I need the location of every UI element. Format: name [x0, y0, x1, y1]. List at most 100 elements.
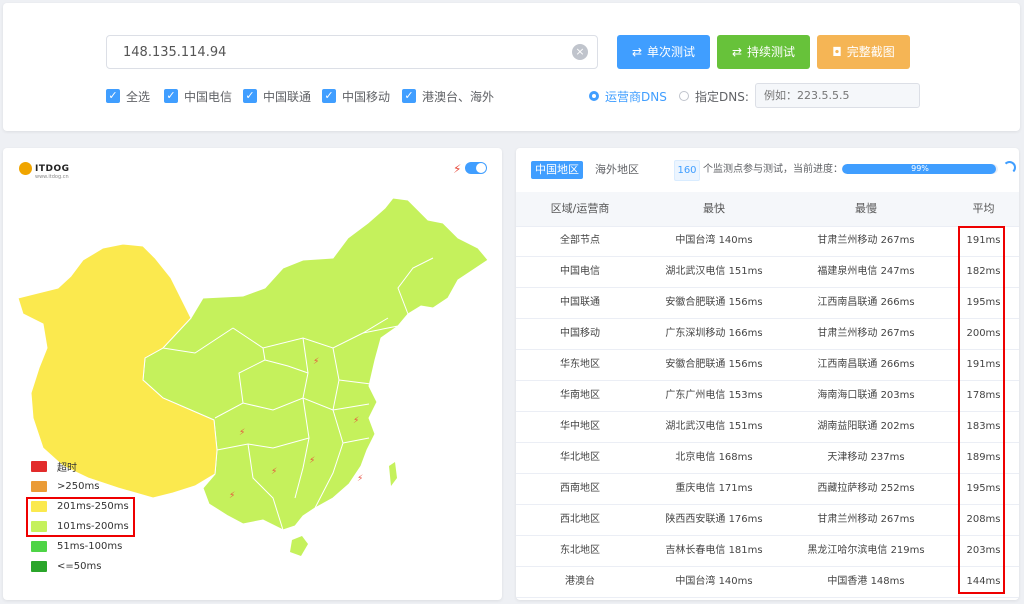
table-row: 中国电信 湖北武汉电信 151ms 福建泉州电信 247ms 182ms: [516, 257, 1019, 288]
cell-slowest: 湖南益阳联通 202ms: [817, 421, 915, 432]
probe-lightning-icon: ⚡: [309, 456, 315, 466]
radio-dot: [679, 91, 689, 101]
checkbox-select-all[interactable]: ✓ 全选: [106, 87, 150, 105]
legend-label: 超时: [57, 463, 77, 474]
tab-china-region[interactable]: 中国地区: [531, 161, 583, 179]
checkbox-check-icon: ✓: [243, 89, 257, 103]
legend-swatch: [31, 561, 47, 572]
cell-fastest: 湖北武汉电信 151ms: [665, 421, 763, 432]
refresh-icon: ⇄: [631, 45, 643, 59]
probe-lightning-icon: ⚡: [357, 474, 363, 484]
probe-lightning-icon: ⚡: [271, 467, 277, 477]
cell-slowest: 海南海口联通 203ms: [817, 390, 915, 401]
checkbox-china-unicom[interactable]: ✓ 中国联通: [243, 87, 311, 105]
cell-fastest: 吉林长春电信 181ms: [665, 545, 763, 556]
header-region: 区域/运营商: [550, 202, 610, 215]
monitor-count-badge: 160: [674, 160, 700, 181]
table-row: 全部节点 中国台湾 140ms 甘肃兰州移动 267ms 191ms: [516, 226, 1019, 257]
progress-bar: 99%: [842, 164, 998, 174]
cell-fastest: 安徽合肥联通 156ms: [665, 359, 763, 370]
cell-region: 华中地区: [560, 421, 600, 432]
cell-fastest: 陕西西安联通 176ms: [665, 514, 763, 525]
full-screenshot-button[interactable]: ◘ 完整截图: [817, 35, 910, 69]
table-row: 华南地区 广东广州电信 153ms 海南海口联通 203ms 178ms: [516, 381, 1019, 412]
cell-slowest: 甘肃兰州移动 267ms: [817, 328, 915, 339]
probe-lightning-icon: ⚡: [313, 357, 319, 367]
radio-dot: [589, 91, 599, 101]
cell-slowest: 甘肃兰州移动 267ms: [817, 235, 915, 246]
header-average: 平均: [972, 202, 995, 215]
probe-lightning-icon: ⚡: [239, 428, 245, 438]
cell-fastest: 重庆电信 171ms: [675, 483, 753, 494]
custom-dns-input[interactable]: [755, 83, 920, 108]
cell-fastest: 广东广州电信 153ms: [665, 390, 763, 401]
legend-item: 51ms-100ms: [31, 540, 122, 553]
radio-isp-dns[interactable]: 运营商DNS: [589, 87, 667, 105]
cell-slowest: 甘肃兰州移动 267ms: [817, 514, 915, 525]
progress-description: 个监测点参与测试，当前进度：: [703, 164, 843, 175]
clear-input-icon[interactable]: ×: [572, 44, 588, 60]
cell-fastest: 湖北武汉电信 151ms: [665, 266, 763, 277]
cell-fastest: 中国台湾 140ms: [675, 576, 753, 587]
legend-swatch: [31, 481, 47, 492]
loop-icon: ⇄: [731, 45, 743, 59]
checkbox-label: 中国移动: [342, 89, 391, 104]
cell-fastest: 广东深圳移动 166ms: [665, 328, 763, 339]
radio-label: 运营商DNS: [605, 89, 667, 104]
table-row: 西北地区 陕西西安联通 176ms 甘肃兰州移动 267ms 208ms: [516, 505, 1019, 536]
cell-slowest: 中国香港 148ms: [827, 576, 905, 587]
single-test-button[interactable]: ⇄ 单次测试: [617, 35, 710, 69]
checkbox-china-telecom[interactable]: ✓ 中国电信: [164, 87, 232, 105]
continuous-test-button[interactable]: ⇄ 持续测试: [717, 35, 810, 69]
legend-item: 超时: [31, 460, 77, 474]
table-row: 港澳台 中国台湾 140ms 中国香港 148ms 144ms: [516, 567, 1019, 598]
ip-address-input[interactable]: [106, 35, 598, 69]
checkbox-label: 中国联通: [263, 89, 312, 104]
camera-icon: ◘: [832, 45, 842, 59]
legend-item: >250ms: [31, 480, 99, 493]
legend-label: >250ms: [57, 481, 100, 492]
cell-slowest: 江西南昌联通 266ms: [817, 359, 915, 370]
checkbox-label: 全选: [126, 89, 151, 104]
legend-label: 51ms-100ms: [57, 541, 123, 552]
checkbox-check-icon: ✓: [106, 89, 120, 103]
probe-lightning-icon: ⚡: [353, 416, 359, 426]
cell-region: 华东地区: [560, 359, 600, 370]
cell-fastest: 安徽合肥联通 156ms: [665, 297, 763, 308]
cell-slowest: 江西南昌联通 266ms: [817, 297, 915, 308]
cell-region: 华南地区: [560, 390, 600, 401]
cell-slowest: 西藏拉萨移动 252ms: [817, 483, 915, 494]
test-control-panel: × ⇄ 单次测试 ⇄ 持续测试 ◘ 完整截图 ✓ 全选 ✓ 中国电信 ✓ 中国联通 ✓ 中国移…: [3, 3, 1020, 131]
cell-region: 东北地区: [560, 545, 600, 556]
checkbox-hk-overseas[interactable]: ✓ 港澳台、海外: [402, 87, 494, 105]
checkbox-china-mobile[interactable]: ✓ 中国移动: [322, 87, 390, 105]
checkbox-label: 中国电信: [184, 89, 233, 104]
cell-region: 华北地区: [560, 452, 600, 463]
tab-overseas-region[interactable]: 海外地区: [591, 161, 643, 179]
checkbox-check-icon: ✓: [402, 89, 416, 103]
cell-region: 西北地区: [560, 514, 600, 525]
progress-percent: 99%: [911, 164, 929, 173]
table-row: 中国联通 安徽合肥联通 156ms 江西南昌联通 266ms 195ms: [516, 288, 1019, 319]
map-region-taiwan[interactable]: [389, 462, 397, 486]
header-slowest: 最慢: [855, 202, 877, 215]
cell-region: 中国移动: [560, 328, 600, 339]
table-header: 区域/运营商 最快 最慢 平均: [516, 192, 1019, 227]
legend-label: <=50ms: [57, 561, 102, 572]
legend-swatch: [31, 461, 47, 472]
loading-spinner-icon: [1003, 161, 1016, 174]
probe-lightning-icon: ⚡: [229, 491, 235, 501]
cell-region: 中国电信: [560, 266, 600, 277]
cell-fastest: 中国台湾 140ms: [675, 235, 753, 246]
table-row: 华东地区 安徽合肥联通 156ms 江西南昌联通 266ms 191ms: [516, 350, 1019, 381]
cell-slowest: 天津移动 237ms: [827, 452, 905, 463]
radio-custom-dns[interactable]: 指定DNS:: [679, 87, 749, 105]
cell-region: 全部节点: [560, 235, 600, 246]
cell-region: 港澳台: [565, 576, 595, 587]
highlight-frame: [26, 497, 135, 537]
cell-fastest: 北京电信 168ms: [675, 452, 753, 463]
checkbox-check-icon: ✓: [164, 89, 178, 103]
table-row: 中国移动 广东深圳移动 166ms 甘肃兰州移动 267ms 200ms: [516, 319, 1019, 350]
radio-label: 指定DNS:: [695, 89, 749, 104]
map-region-hainan[interactable]: [290, 536, 308, 556]
